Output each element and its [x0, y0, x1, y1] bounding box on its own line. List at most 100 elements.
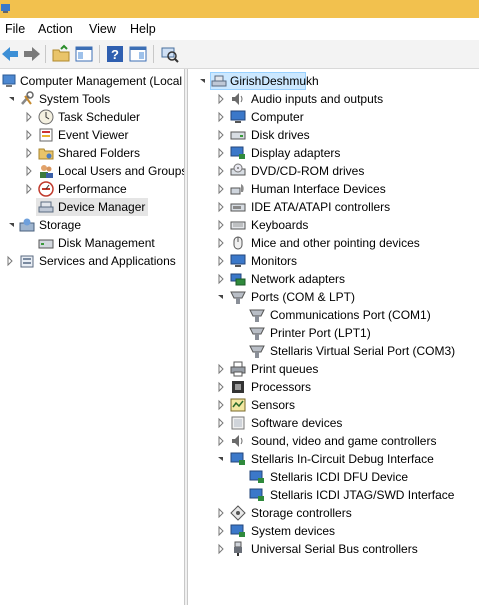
collapse-arrow-icon[interactable] — [216, 450, 226, 468]
tree-item-storage-controllers[interactable]: Storage controllers — [188, 504, 479, 522]
tree-item-computer[interactable]: Computer — [188, 108, 479, 126]
tree-item-universal-serial-bus-controllers[interactable]: Universal Serial Bus controllers — [188, 540, 479, 558]
collapse-arrow-icon[interactable] — [7, 216, 17, 234]
computer-management-icon — [2, 74, 16, 87]
expand-arrow-icon[interactable] — [216, 522, 226, 540]
tree-item-ports-com-lpt[interactable]: Ports (COM & LPT) — [188, 288, 479, 306]
sensor-icon — [230, 398, 246, 412]
tree-item-network-adapters[interactable]: Network adapters — [188, 270, 479, 288]
expand-arrow-icon[interactable] — [216, 252, 226, 270]
back-arrow-icon[interactable] — [0, 44, 20, 64]
speaker-icon — [232, 93, 243, 105]
tree-item-label: Disk drives — [251, 128, 310, 142]
title-bar — [0, 0, 479, 18]
tree-item-system-tools[interactable]: System Tools — [0, 90, 184, 108]
help-icon[interactable]: ? — [105, 44, 125, 64]
expand-arrow-icon[interactable] — [24, 126, 34, 144]
system-devices-icon — [230, 524, 245, 537]
forward-arrow-icon[interactable] — [22, 44, 42, 64]
expand-arrow-icon[interactable] — [216, 504, 226, 522]
expand-arrow-icon[interactable] — [216, 162, 226, 180]
tree-item-print-queues[interactable]: Print queues — [188, 360, 479, 378]
tree-item-dvd-cd-rom-drives[interactable]: DVD/CD-ROM drives — [188, 162, 479, 180]
tree-item-local-users-and-groups[interactable]: Local Users and Groups — [0, 162, 184, 180]
tree-item-label: Sensors — [251, 398, 296, 412]
tree-item-system-devices[interactable]: System devices — [188, 522, 479, 540]
tree-item-sensors[interactable]: Sensors — [188, 396, 479, 414]
expand-arrow-icon[interactable] — [216, 144, 226, 162]
shared-folder-icon — [38, 148, 54, 160]
tree-item-label: IDE ATA/ATAPI controllers — [251, 200, 391, 214]
show-hide-action-pane-icon[interactable] — [128, 44, 148, 64]
tree-item-root-computer[interactable]: GirishDeshmukh — [198, 72, 398, 90]
expand-arrow-icon[interactable] — [216, 216, 226, 234]
expand-arrow-icon[interactable] — [216, 180, 226, 198]
tree-item-communications-port-com1[interactable]: Communications Port (COM1) — [188, 306, 479, 324]
expand-arrow-icon[interactable] — [216, 378, 226, 396]
collapse-arrow-icon[interactable] — [198, 72, 208, 90]
collapse-arrow-icon[interactable] — [216, 288, 226, 306]
tree-item-label: Audio inputs and outputs — [251, 92, 384, 106]
keyboard-icon — [230, 221, 246, 230]
tree-item-printer-port-lpt1[interactable]: Printer Port (LPT1) — [188, 324, 479, 342]
tree-item-task-scheduler[interactable]: Task Scheduler — [0, 108, 184, 126]
tree-item-audio-inputs-and-outputs[interactable]: Audio inputs and outputs — [188, 90, 479, 108]
expand-arrow-icon[interactable] — [216, 540, 226, 558]
expand-arrow-icon[interactable] — [216, 198, 226, 216]
expand-arrow-icon[interactable] — [24, 162, 34, 180]
tree-item-storage[interactable]: Storage — [0, 216, 184, 234]
show-hide-console-tree-icon[interactable] — [74, 44, 94, 64]
tree-item-label: Software devices — [251, 416, 343, 430]
tree-item-keyboards[interactable]: Keyboards — [188, 216, 479, 234]
tree-item-stellaris-icdi-jtag-swd-interface[interactable]: Stellaris ICDI JTAG/SWD Interface — [188, 486, 479, 504]
expand-arrow-icon[interactable] — [216, 414, 226, 432]
tree-item-display-adapters[interactable]: Display adapters — [188, 144, 479, 162]
expand-arrow-icon[interactable] — [24, 144, 34, 162]
expand-arrow-icon[interactable] — [216, 108, 226, 126]
tree-item-shared-folders[interactable]: Shared Folders — [0, 144, 184, 162]
expand-arrow-icon[interactable] — [24, 180, 34, 198]
expand-arrow-icon[interactable] — [24, 108, 34, 126]
expand-arrow-icon[interactable] — [216, 126, 226, 144]
tree-item-mice-and-other-pointing-devices[interactable]: Mice and other pointing devices — [188, 234, 479, 252]
tree-item-disk-drives[interactable]: Disk drives — [188, 126, 479, 144]
expand-arrow-icon[interactable] — [5, 252, 15, 270]
tree-item-stellaris-in-circuit-debug-interface[interactable]: Stellaris In-Circuit Debug Interface — [188, 450, 479, 468]
tree-item-stellaris-icdi-dfu-device[interactable]: Stellaris ICDI DFU Device — [188, 468, 479, 486]
tree-item-computer-management[interactable]: Computer Management (Local — [0, 72, 184, 90]
tree-item-performance[interactable]: Performance — [0, 180, 184, 198]
expand-arrow-icon[interactable] — [216, 270, 226, 288]
expand-arrow-icon[interactable] — [216, 90, 226, 108]
tree-item-human-interface-devices[interactable]: Human Interface Devices — [188, 180, 479, 198]
device-icon — [249, 470, 264, 483]
tree-item-label: Disk Management — [58, 236, 155, 250]
computer-icon — [211, 75, 227, 87]
tree-item-software-devices[interactable]: Software devices — [188, 414, 479, 432]
tree-item-services-and-applications[interactable]: Services and Applications — [0, 252, 184, 270]
tree-item-event-viewer[interactable]: Event Viewer — [0, 126, 184, 144]
device-icon — [230, 452, 245, 465]
tree-item-label: Keyboards — [251, 218, 309, 232]
menu-action[interactable]: Action — [38, 22, 73, 36]
tree-item-stellaris-virtual-serial-port-com3[interactable]: Stellaris Virtual Serial Port (COM3) — [188, 342, 479, 360]
menu-help[interactable]: Help — [130, 22, 156, 36]
tree-item-disk-management[interactable]: Disk Management — [0, 234, 184, 252]
tree-item-device-manager[interactable]: Device Manager — [36, 198, 148, 216]
menu-bar: File Action View Help — [0, 18, 479, 40]
expand-arrow-icon[interactable] — [216, 234, 226, 252]
tree-item-label: Stellaris ICDI DFU Device — [270, 470, 409, 484]
scan-hardware-changes-icon[interactable] — [159, 44, 179, 64]
users-icon — [40, 165, 53, 178]
up-folder-icon[interactable] — [51, 44, 71, 64]
collapse-arrow-icon[interactable] — [7, 90, 17, 108]
tree-item-sound-video-and-game-controllers[interactable]: Sound, video and game controllers — [188, 432, 479, 450]
menu-view[interactable]: View — [89, 22, 116, 36]
menu-file[interactable]: File — [5, 22, 25, 36]
tree-item-processors[interactable]: Processors — [188, 378, 479, 396]
expand-arrow-icon[interactable] — [216, 360, 226, 378]
tree-item-monitors[interactable]: Monitors — [188, 252, 479, 270]
tree-item-ide-ata-atapi-controllers[interactable]: IDE ATA/ATAPI controllers — [188, 198, 479, 216]
tree-item-label: Storage controllers — [251, 506, 352, 520]
expand-arrow-icon[interactable] — [216, 432, 226, 450]
expand-arrow-icon[interactable] — [216, 396, 226, 414]
